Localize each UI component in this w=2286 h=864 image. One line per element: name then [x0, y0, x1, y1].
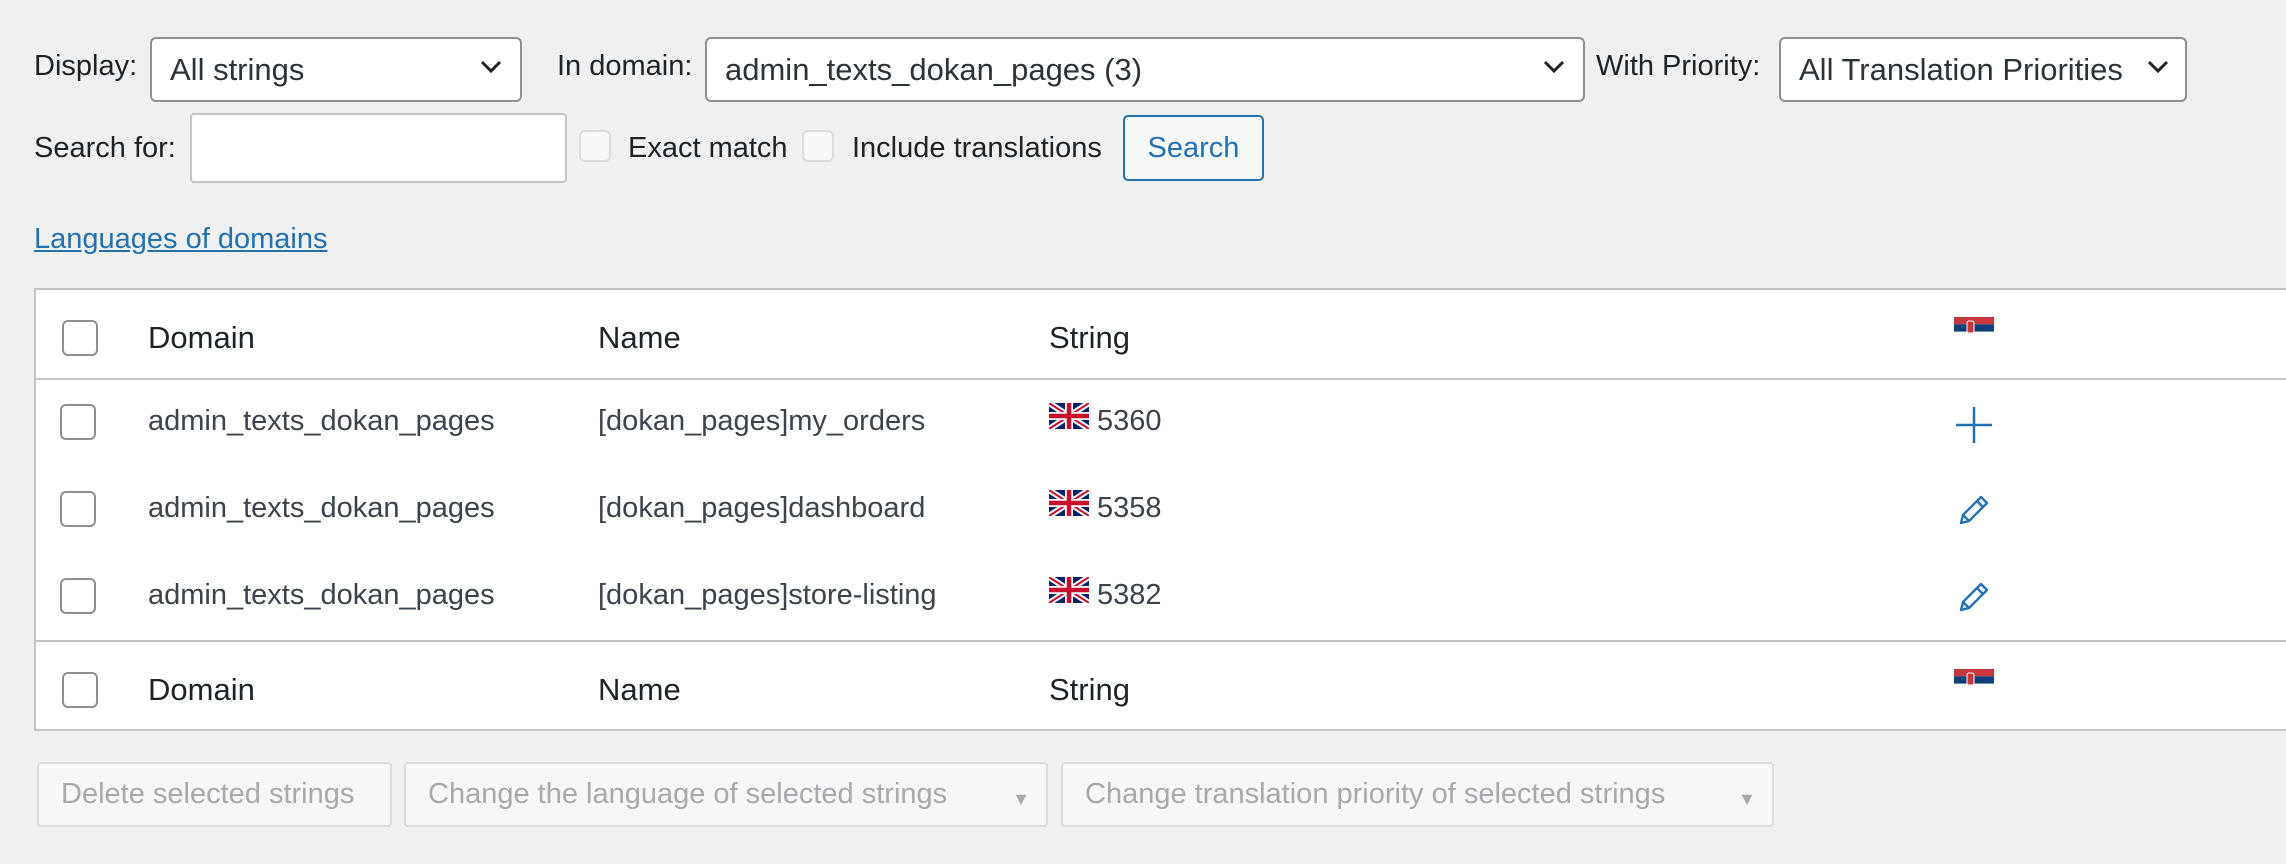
languages-of-domains-link[interactable]: Languages of domains: [34, 223, 327, 256]
chevron-down-icon: [480, 60, 502, 73]
change-priority-label: Change translation priority of selected …: [1085, 778, 1666, 810]
row-name: [dokan_pages]my_orders: [598, 405, 926, 437]
domain-select[interactable]: admin_texts_dokan_pages (3): [705, 37, 1585, 102]
plus-icon[interactable]: [1954, 405, 1994, 445]
display-select-value: All strings: [170, 52, 305, 87]
column-header-domain[interactable]: Domain: [148, 322, 255, 353]
column-footer-domain[interactable]: Domain: [148, 674, 255, 705]
row-domain: admin_texts_dokan_pages: [148, 492, 495, 524]
change-language-select[interactable]: Change the language of selected strings …: [404, 762, 1048, 827]
change-priority-select[interactable]: Change translation priority of selected …: [1061, 762, 1774, 827]
column-footer-string[interactable]: String: [1049, 674, 1130, 705]
exact-match-checkbox[interactable]: [579, 130, 611, 162]
search-label: Search for:: [34, 132, 176, 164]
search-input[interactable]: [190, 113, 567, 183]
change-language-label: Change the language of selected strings: [428, 778, 948, 810]
row-name: [dokan_pages]store-listing: [598, 579, 937, 611]
serbian-flag-icon: [1954, 669, 1994, 691]
include-translations-checkbox[interactable]: [802, 130, 834, 162]
priority-select[interactable]: All Translation Priorities: [1779, 37, 2187, 102]
display-select[interactable]: All strings: [150, 37, 522, 102]
column-footer-name[interactable]: Name: [598, 674, 681, 705]
pencil-icon[interactable]: [1957, 580, 1991, 614]
serbian-flag-icon: [1954, 317, 1994, 339]
row-domain: admin_texts_dokan_pages: [148, 405, 495, 437]
domain-select-value: admin_texts_dokan_pages (3): [725, 52, 1143, 87]
chevron-down-icon: [1543, 60, 1565, 73]
row-checkbox[interactable]: [60, 404, 96, 440]
row-string-id: 5382: [1097, 579, 1162, 611]
row-domain: admin_texts_dokan_pages: [148, 579, 495, 611]
exact-match-label: Exact match: [628, 132, 788, 164]
uk-flag-icon: [1049, 403, 1089, 429]
row-name: [dokan_pages]dashboard: [598, 492, 926, 524]
strings-table: Domain Name String admin_texts_dokan_pag…: [34, 288, 2286, 731]
search-button[interactable]: Search: [1123, 115, 1264, 181]
priority-select-value: All Translation Priorities: [1799, 52, 2123, 87]
include-translations-label: Include translations: [852, 132, 1102, 164]
domain-label: In domain:: [557, 50, 693, 82]
uk-flag-icon: [1049, 490, 1089, 516]
chevron-down-icon: [2147, 60, 2169, 73]
row-string-id: 5360: [1097, 405, 1162, 437]
display-label: Display:: [34, 50, 138, 82]
row-string-id: 5358: [1097, 492, 1162, 524]
pencil-icon[interactable]: [1957, 493, 1991, 527]
column-header-name[interactable]: Name: [598, 322, 681, 353]
dropdown-arrow-icon: ▼: [1012, 788, 1030, 809]
priority-label: With Priority:: [1596, 50, 1761, 82]
column-header-string[interactable]: String: [1049, 322, 1130, 353]
uk-flag-icon: [1049, 577, 1089, 603]
select-all-footer-checkbox[interactable]: [62, 672, 98, 708]
delete-selected-button[interactable]: Delete selected strings: [37, 762, 392, 827]
row-checkbox[interactable]: [60, 491, 96, 527]
row-checkbox[interactable]: [60, 578, 96, 614]
dropdown-arrow-icon: ▼: [1738, 788, 1756, 809]
select-all-checkbox[interactable]: [62, 320, 98, 356]
